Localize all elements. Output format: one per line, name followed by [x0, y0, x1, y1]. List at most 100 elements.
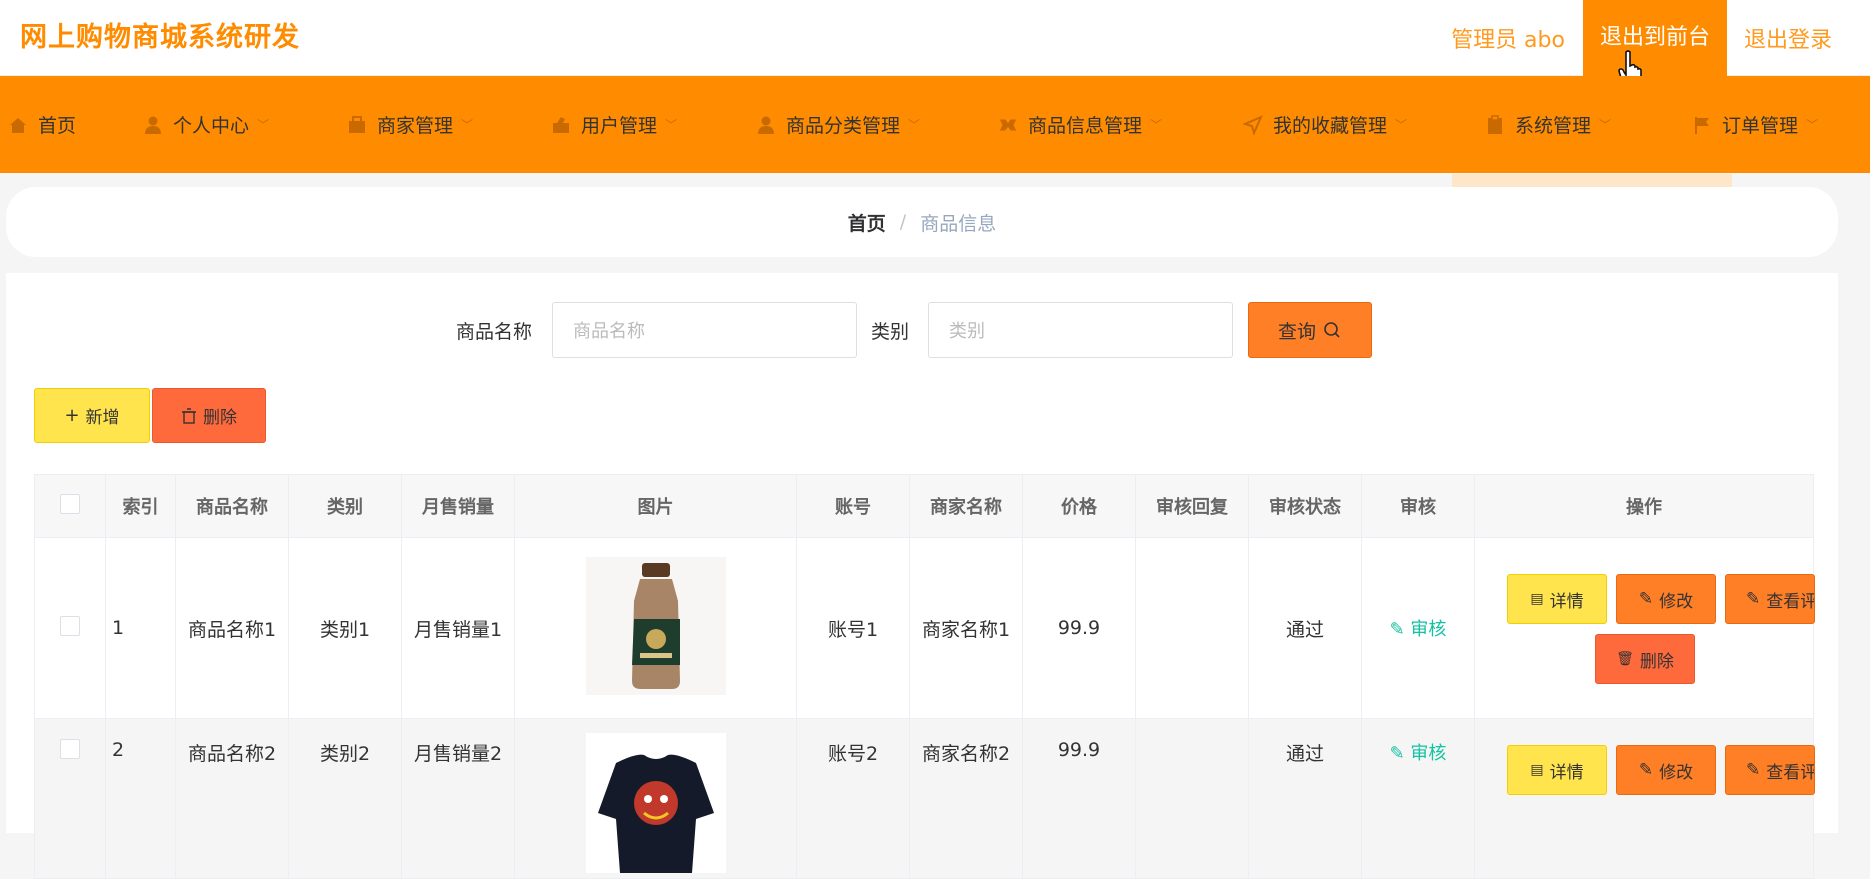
back-to-front-button[interactable]: 退出到前台 — [1582, 0, 1727, 76]
cell-category: 类别1 — [288, 537, 402, 719]
search-icon — [1324, 322, 1340, 338]
nav-item-merchant[interactable]: 商家管理 ﹀ — [347, 76, 473, 173]
column-header: 审核 — [1361, 474, 1475, 538]
audit-link[interactable]: ✎ 审核 — [1390, 619, 1447, 640]
batch-delete-label: 删除 — [203, 408, 237, 428]
select-all-checkbox[interactable] — [60, 493, 80, 514]
chevron-down-icon: ﹀ — [1150, 118, 1163, 132]
site-title: 网上购物商城系统研发 — [20, 22, 300, 53]
doc-icon: ▤ — [1530, 591, 1544, 607]
query-button[interactable]: 查询 — [1248, 302, 1372, 358]
add-button[interactable]: + 新增 — [34, 388, 150, 443]
column-header: 类别 — [288, 474, 402, 538]
cell-price: 99.9 — [1022, 537, 1136, 719]
nav-item-label: 用户管理 — [581, 115, 658, 137]
goods-name-input[interactable]: 商品名称 — [552, 302, 857, 358]
cell-index: 1 — [105, 537, 176, 719]
chevron-down-icon: ﹀ — [665, 118, 678, 132]
send-icon — [1243, 114, 1263, 135]
nav-item-label: 首页 — [38, 115, 77, 137]
category-icon — [756, 115, 776, 135]
goods-icon — [998, 115, 1018, 135]
edit-icon: ✎ — [1746, 589, 1761, 609]
goods-name-label: 商品名称 — [456, 321, 533, 343]
nav-item-home[interactable]: 首页 — [8, 76, 76, 173]
column-header: 索引 — [105, 474, 176, 538]
nav-item-system[interactable]: 系统管理 ﹀ — [1485, 76, 1611, 173]
cell-status: 通过 — [1248, 537, 1362, 719]
doc-icon: ▤ — [1530, 762, 1544, 778]
chevron-down-icon: ﹀ — [257, 118, 270, 132]
chevron-down-icon: ﹀ — [1395, 118, 1408, 132]
cell-reply — [1135, 537, 1249, 719]
logout-button[interactable]: 退出登录 — [1744, 22, 1832, 54]
row-checkbox[interactable] — [60, 615, 80, 636]
nav-item-orders[interactable]: 订单管理 ﹀ — [1692, 76, 1818, 173]
cell-index: 2 — [105, 718, 176, 879]
column-header: 账号 — [796, 474, 910, 538]
product-image[interactable] — [585, 556, 726, 695]
delete-button[interactable]: 🗑 删除 — [1595, 634, 1695, 684]
edit-button[interactable]: ✎ 修改 — [1616, 574, 1716, 624]
cell-image — [514, 537, 797, 719]
home-icon — [8, 115, 28, 135]
product-image[interactable] — [585, 733, 726, 873]
breadcrumb-home[interactable]: 首页 — [848, 209, 886, 236]
cell-operations: ▤ 详情 ✎ 修改 ✎ 查看评 🗑 删除 — [1474, 537, 1815, 719]
cell-reply — [1135, 718, 1249, 879]
cell-merchant: 商家名称1 — [909, 537, 1023, 719]
view-reviews-button[interactable]: ✎ 查看评 — [1725, 745, 1815, 795]
cell-category: 类别2 — [288, 718, 402, 879]
audit-link[interactable]: ✎ 审核 — [1390, 743, 1447, 764]
detail-label: 详情 — [1549, 591, 1584, 612]
column-header: 价格 — [1022, 474, 1136, 538]
search-form: 商品名称 商品名称 类别 类别 查询 — [0, 302, 1870, 358]
detail-label: 详情 — [1549, 762, 1584, 783]
edit-label: 修改 — [1659, 762, 1694, 783]
detail-button[interactable]: ▤ 详情 — [1507, 574, 1607, 624]
nav-item-user-manage[interactable]: 用户管理 ﹀ — [551, 76, 677, 173]
edit-icon: ✎ — [1746, 760, 1761, 780]
top-header: 网上购物商城系统研发 管理员 abo 退出到前台 退出登录 — [0, 0, 1870, 88]
chevron-down-icon: ﹀ — [1806, 118, 1819, 132]
trash-icon — [182, 407, 196, 424]
view-reviews-label: 查看评 — [1766, 762, 1815, 783]
cell-sales: 月售销量2 — [401, 718, 515, 879]
query-button-label: 查询 — [1277, 320, 1316, 343]
nav-item-goods[interactable]: 商品信息管理 ﹀ — [998, 76, 1162, 173]
cell-account: 账号2 — [796, 718, 910, 879]
breadcrumb: 首页 / 商品信息 — [6, 187, 1838, 257]
table-row: 2 商品名称2 类别2 月售销量2 账号2 商家名称2 99.9 通过 ✎ 审核… — [34, 718, 1815, 879]
cell-account: 账号1 — [796, 537, 910, 719]
delete-label: 删除 — [1639, 651, 1674, 672]
detail-button[interactable]: ▤ 详情 — [1507, 745, 1607, 795]
admin-user-label: 管理员 abo — [1451, 28, 1565, 53]
clipboard-icon — [1485, 114, 1505, 135]
cell-sales: 月售销量1 — [401, 537, 515, 719]
nav-item-favorites[interactable]: 我的收藏管理 ﹀ — [1243, 76, 1407, 173]
audit-link-label: 审核 — [1410, 743, 1447, 764]
chevron-down-icon: ﹀ — [461, 118, 474, 132]
nav-item-label: 订单管理 — [1722, 115, 1799, 137]
goods-table: 索引 商品名称 类别 月售销量 图片 账号 商家名称 价格 审核回复 审核状态 … — [34, 474, 1815, 879]
cell-operations: ▤ 详情 ✎ 修改 ✎ 查看评 — [1474, 718, 1815, 879]
view-reviews-label: 查看评 — [1766, 591, 1815, 612]
view-reviews-button[interactable]: ✎ 查看评 — [1725, 574, 1815, 624]
cell-image — [514, 718, 797, 879]
nav-item-label: 商品信息管理 — [1028, 115, 1143, 137]
batch-delete-button[interactable]: 删除 — [152, 388, 266, 443]
cell-merchant: 商家名称2 — [909, 718, 1023, 879]
cell-name: 商品名称1 — [175, 537, 289, 719]
row-checkbox[interactable] — [60, 739, 80, 759]
main-nav: 首页 个人中心 ﹀ 商家管理 ﹀ 用户管理 ﹀ 商品分类管理 ﹀ 商品信息管理 ﹀ 我的收… — [0, 76, 1870, 249]
edit-button[interactable]: ✎ 修改 — [1616, 745, 1716, 795]
breadcrumb-separator: / — [899, 211, 907, 233]
top-right-actions: 管理员 abo 退出到前台 退出登录 — [1451, 0, 1870, 76]
nav-item-label: 商家管理 — [377, 115, 454, 137]
category-input[interactable]: 类别 — [928, 302, 1233, 358]
nav-item-profile[interactable]: 个人中心 ﹀ — [143, 76, 269, 173]
add-button-label: 新增 — [85, 408, 120, 428]
edit-icon: ✎ — [1389, 743, 1411, 764]
nav-item-category[interactable]: 商品分类管理 ﹀ — [756, 76, 920, 173]
column-header: 审核回复 — [1135, 474, 1249, 538]
